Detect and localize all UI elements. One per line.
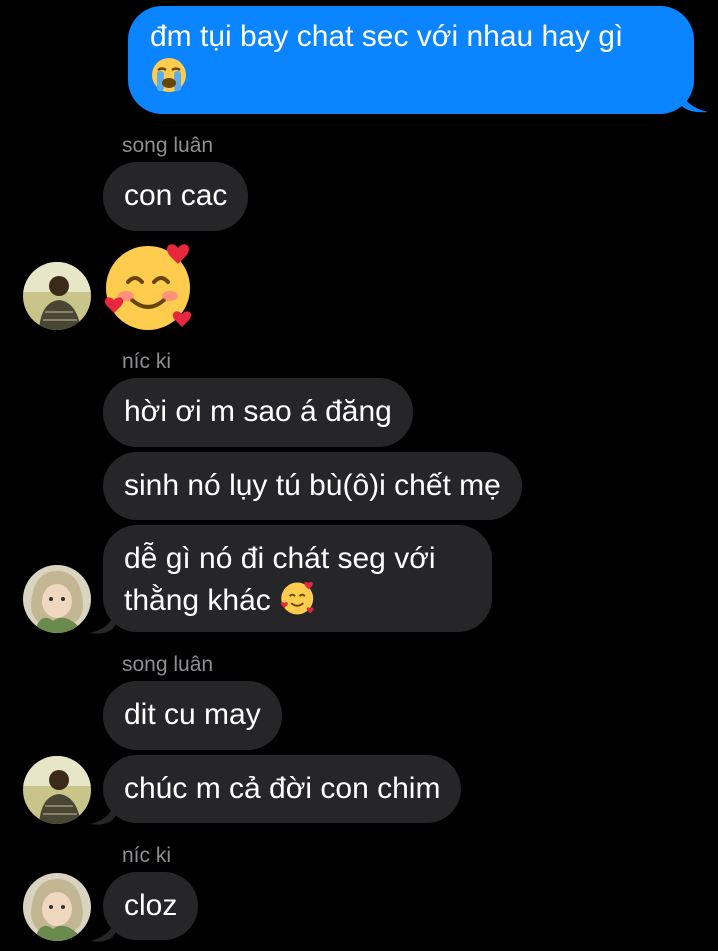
outgoing-bubble-tail [678,84,708,113]
message-bubble[interactable]: hời ơi m sao á đăng [103,378,413,447]
sender-name-song-luan: song luân [122,653,214,676]
message-bubble[interactable]: sinh nó lụy tú bù(ô)i chết mẹ [103,452,522,520]
message-bubble[interactable]: chúc m cả đời con chim [103,755,462,823]
smiling-face-with-hearts-icon [279,578,317,626]
message-bubble[interactable]: cloz [103,872,199,940]
message-text: sinh nó lụy tú bù(ô)i chết mẹ [124,469,501,502]
loudly-crying-face-icon [150,56,188,104]
incoming-bubble-tail [90,916,116,942]
avatar-song-luan[interactable] [23,756,91,824]
message-text: cloz [124,889,178,922]
sender-name-nic-ki: níc ki [122,844,172,867]
outgoing-message-bubble[interactable]: đm tụi bay chat sec với nhau hay gì [128,6,694,114]
sender-name-song-luan: song luân [122,134,214,157]
message-text: con cac [124,179,228,212]
avatar-nic-ki[interactable] [23,565,91,633]
message-bubble[interactable]: dễ gì nó đi chát seg với thằng khác [103,525,492,632]
sender-name-nic-ki: níc ki [122,350,172,373]
incoming-bubble-tail [90,608,116,634]
message-text: dit cu may [124,698,261,731]
message-text: chúc m cả đời con chim [124,772,441,805]
smiling-face-with-hearts-icon[interactable] [100,236,200,332]
incoming-bubble-tail [90,799,116,825]
message-text-line2: thằng khác [124,584,271,617]
message-text: hời ơi m sao á đăng [124,395,392,428]
message-bubble[interactable]: dit cu may [103,681,282,750]
outgoing-message-text: đm tụi bay chat sec với nhau hay gì [150,20,624,53]
message-bubble-con-cac[interactable]: con cac [103,162,249,231]
avatar-song-luan[interactable] [23,262,91,330]
message-text-line1: dễ gì nó đi chát seg với [124,542,436,575]
avatar-nic-ki[interactable] [23,873,91,941]
